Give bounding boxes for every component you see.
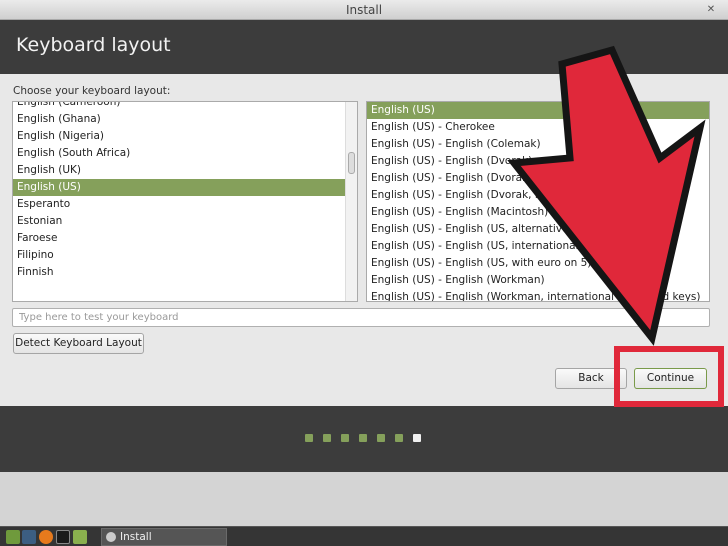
folder-icon[interactable] <box>73 530 87 544</box>
progress-dot <box>323 434 331 442</box>
terminal-icon[interactable] <box>56 530 70 544</box>
layout-item[interactable]: Esperanto <box>13 196 346 213</box>
layout-item[interactable]: Faroese <box>13 230 346 247</box>
window-title: Install <box>345 3 383 17</box>
progress-dot <box>359 434 367 442</box>
desktop-icon[interactable] <box>22 530 36 544</box>
taskbar: Install <box>0 526 728 546</box>
keyboard-test-input[interactable] <box>12 308 710 327</box>
taskbar-task-label: Install <box>120 531 152 543</box>
layout-item[interactable]: Estonian <box>13 213 346 230</box>
page-title: Keyboard layout <box>16 34 171 56</box>
progress-footer <box>0 406 728 472</box>
detect-layout-button[interactable]: Detect Keyboard Layout <box>13 333 144 354</box>
variant-item[interactable]: English (US) - English (Dvorak, internat… <box>367 187 709 204</box>
variant-item[interactable]: English (US) - English (Macintosh) <box>367 204 709 221</box>
page-header: Keyboard layout <box>0 20 728 74</box>
layout-item[interactable]: English (South Africa) <box>13 145 346 162</box>
layout-item[interactable]: Filipino <box>13 247 346 264</box>
firefox-icon[interactable] <box>39 530 53 544</box>
progress-dot <box>395 434 403 442</box>
scrollbar-thumb[interactable] <box>348 152 355 174</box>
window-titlebar: Install ✕ <box>0 0 728 20</box>
layout-item[interactable]: English (Cameroon) <box>13 102 346 111</box>
close-icon[interactable]: ✕ <box>704 3 718 17</box>
progress-dots <box>305 434 431 442</box>
layout-list-scrollbar[interactable] <box>345 102 357 301</box>
variant-item[interactable]: English (US) - English (US, alternative … <box>367 221 709 238</box>
back-button[interactable]: Back <box>555 368 627 389</box>
variant-item[interactable]: English (US) - English (Dvorak) <box>367 170 709 187</box>
variant-item[interactable]: English (US) <box>367 102 709 119</box>
variant-item[interactable]: English (US) - English (Colemak) <box>367 136 709 153</box>
layout-item[interactable]: English (US) <box>13 179 346 196</box>
variant-item[interactable]: English (US) - English (Workman, interna… <box>367 289 709 301</box>
layout-item[interactable]: Finnish <box>13 264 346 281</box>
variant-item[interactable]: English (US) - English (Workman) <box>367 272 709 289</box>
layout-list[interactable]: English (Cameroon) English (Ghana) English… <box>12 101 358 302</box>
progress-dot <box>413 434 421 442</box>
variant-item[interactable]: English (US) - Cherokee <box>367 119 709 136</box>
install-icon <box>106 532 116 542</box>
layout-prompt: Choose your keyboard layout: <box>13 85 171 97</box>
variant-item[interactable]: English (US) - English (US, with euro on… <box>367 255 709 272</box>
layout-item[interactable]: English (UK) <box>13 162 346 179</box>
continue-button[interactable]: Continue <box>634 368 707 389</box>
main-content: Choose your keyboard layout: English (Ca… <box>0 74 728 406</box>
variant-item[interactable]: English (US) - English (Dvorak) <box>367 153 709 170</box>
variant-item[interactable]: English (US) - English (US, internationa… <box>367 238 709 255</box>
progress-dot <box>341 434 349 442</box>
menu-icon[interactable] <box>6 530 20 544</box>
progress-dot <box>305 434 313 442</box>
variant-list[interactable]: English (US) English (US) - Cherokee Engli… <box>366 101 710 302</box>
progress-dot <box>377 434 385 442</box>
taskbar-task-install[interactable]: Install <box>101 528 227 546</box>
layout-item[interactable]: English (Ghana) <box>13 111 346 128</box>
layout-item[interactable]: English (Nigeria) <box>13 128 346 145</box>
